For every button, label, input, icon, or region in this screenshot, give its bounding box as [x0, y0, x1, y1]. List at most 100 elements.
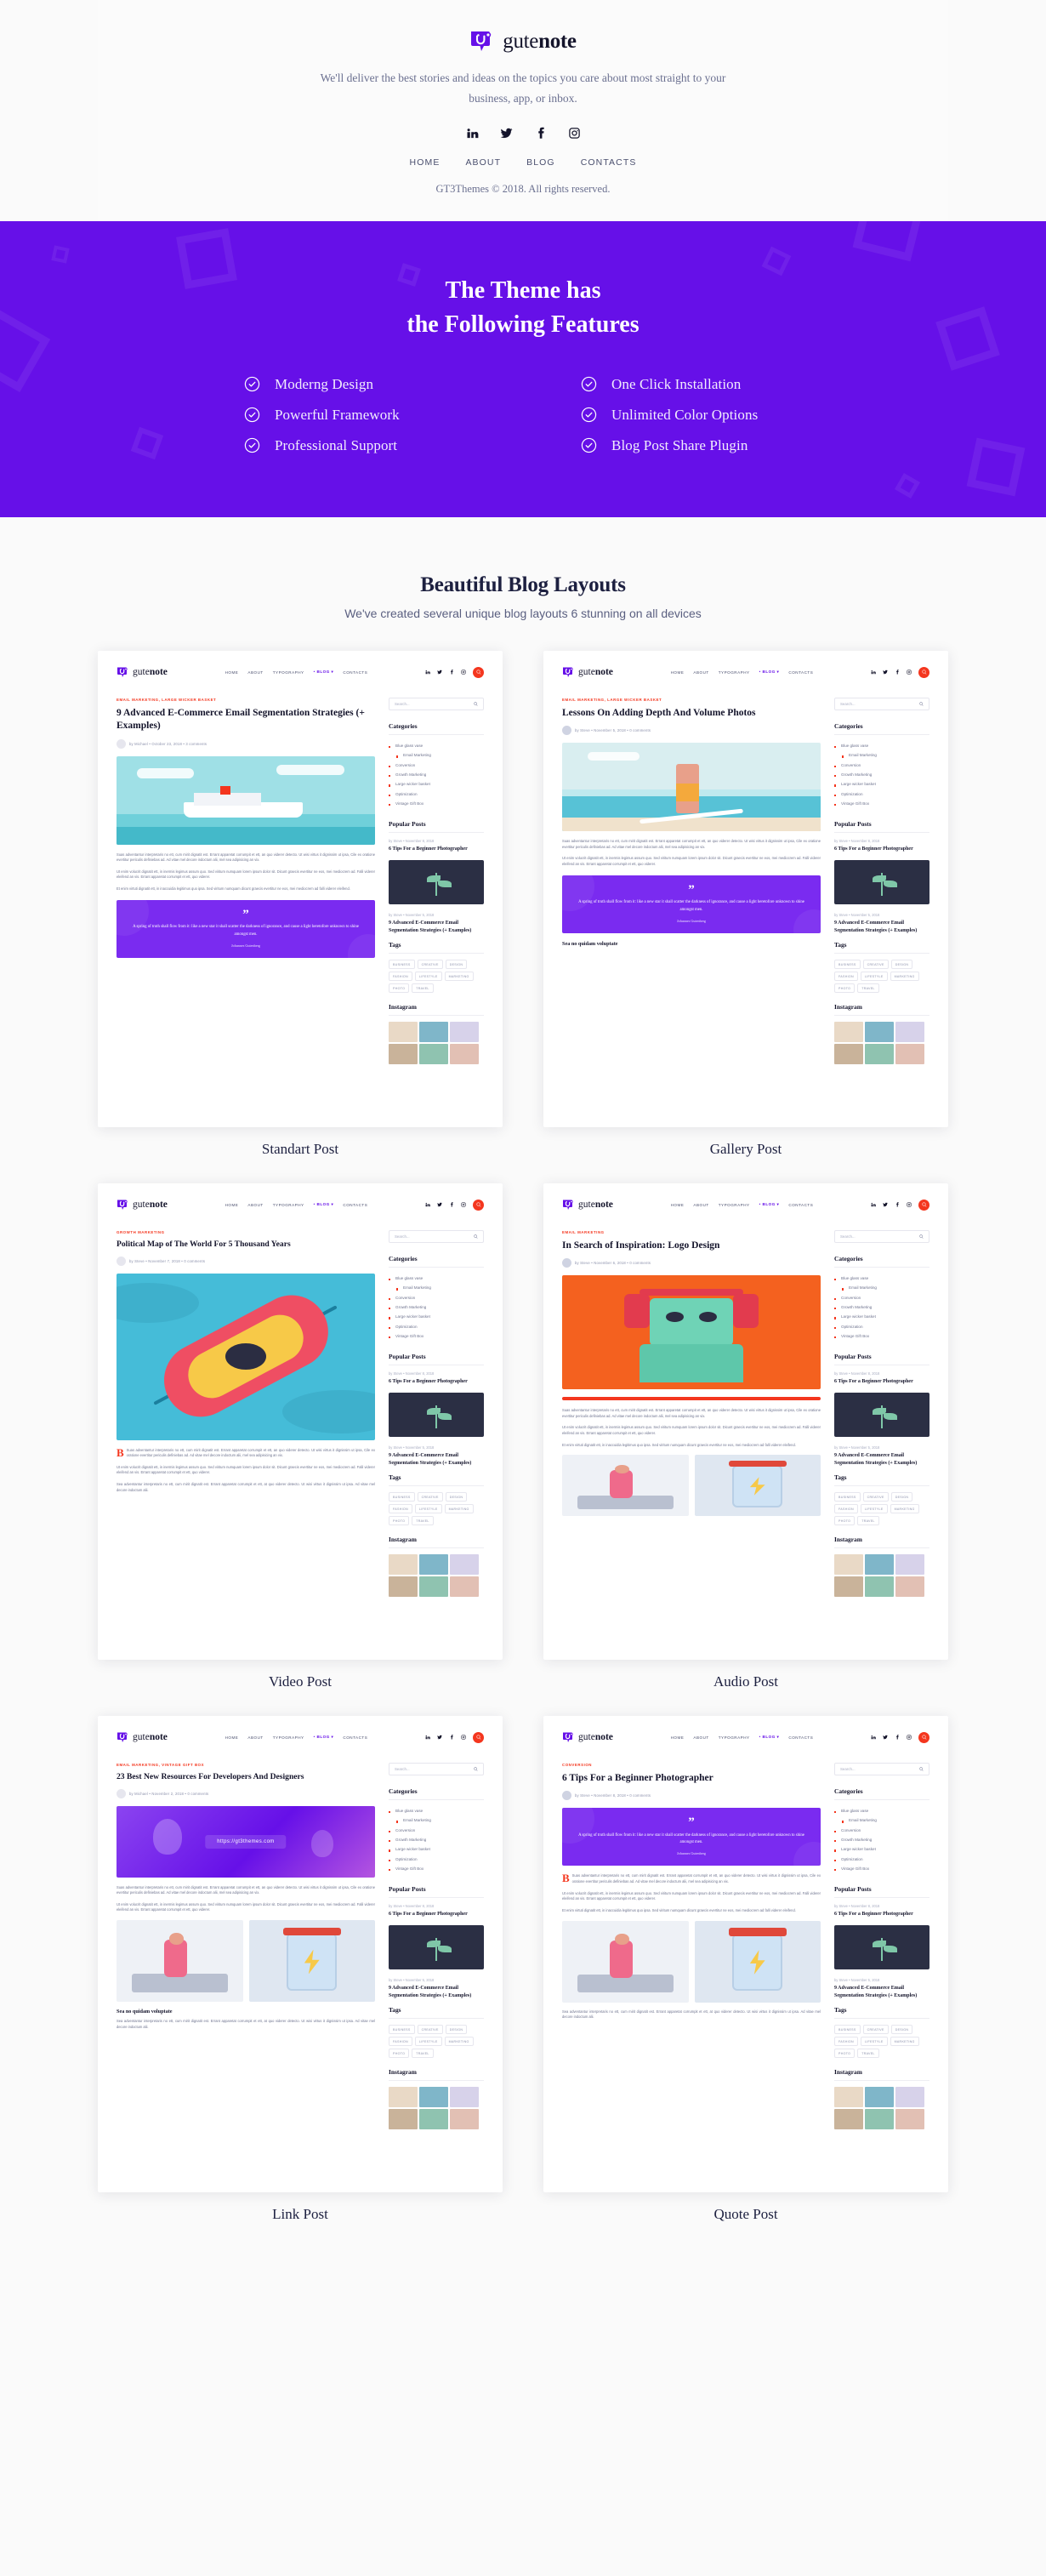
- facebook-icon[interactable]: [895, 1735, 900, 1740]
- instagram-thumb[interactable]: [389, 1044, 418, 1065]
- instagram-icon[interactable]: [461, 670, 466, 675]
- tag-item[interactable]: PHOTO: [834, 1516, 856, 1526]
- mini-nav-item-about[interactable]: ABOUT: [247, 1203, 263, 1207]
- post-category[interactable]: EMAIL MARKETING: [562, 1230, 821, 1234]
- tag-item[interactable]: DESIGN: [445, 1492, 468, 1502]
- mini-nav-item-home[interactable]: HOME: [671, 1203, 685, 1207]
- mini-nav-item-blog[interactable]: • BLOG ▾: [759, 1735, 780, 1740]
- category-item[interactable]: Email Marketing: [389, 1283, 484, 1292]
- tag-item[interactable]: FASHION: [834, 2037, 858, 2047]
- category-item[interactable]: Blue glass vase: [834, 1806, 929, 1815]
- category-item[interactable]: Blue glass vase: [389, 1806, 484, 1815]
- tag-item[interactable]: BUSINESS: [834, 960, 861, 970]
- linkedin-icon[interactable]: [871, 1202, 876, 1207]
- tag-item[interactable]: BUSINESS: [834, 2025, 861, 2035]
- category-item[interactable]: Optimization: [834, 1855, 929, 1864]
- search-input[interactable]: Search...: [389, 1762, 484, 1775]
- post-hero-image[interactable]: [117, 1273, 375, 1440]
- mini-nav-item-blog[interactable]: • BLOG ▾: [314, 1202, 334, 1207]
- category-item[interactable]: Large wicker basket: [834, 1312, 929, 1321]
- popular-post-item[interactable]: by Steve • November 5, 2018 9 Advanced E…: [834, 1978, 929, 1999]
- twitter-icon[interactable]: [883, 670, 888, 675]
- twitter-icon[interactable]: [437, 1735, 442, 1740]
- mini-nav-item-blog[interactable]: • BLOG ▾: [314, 1735, 334, 1740]
- tag-item[interactable]: MARKETING: [444, 1504, 474, 1514]
- tag-item[interactable]: PHOTO: [834, 983, 856, 994]
- popular-post-thumbnail[interactable]: [389, 860, 484, 905]
- post-category[interactable]: EMAIL MARKETING, VINTAGE GIFT BOX: [117, 1763, 375, 1767]
- category-item[interactable]: Large wicker basket: [834, 1844, 929, 1854]
- mini-nav-item-home[interactable]: HOME: [225, 1203, 239, 1207]
- popular-post-thumbnail[interactable]: [834, 860, 929, 905]
- instagram-thumb[interactable]: [834, 1044, 863, 1065]
- blog-layout-screenshot[interactable]: gutenote HOME ABOUT TYPOGRAPHY • BLOG ▾ CONT…: [543, 650, 948, 1127]
- category-item[interactable]: Conversion: [834, 761, 929, 770]
- category-item[interactable]: Growth Marketing: [834, 1835, 929, 1844]
- category-item[interactable]: Conversion: [389, 1826, 484, 1835]
- category-item[interactable]: Growth Marketing: [389, 770, 484, 779]
- category-item[interactable]: Growth Marketing: [389, 1835, 484, 1844]
- tag-item[interactable]: DESIGN: [445, 960, 468, 970]
- instagram-thumb[interactable]: [895, 1576, 924, 1598]
- post-gallery-image[interactable]: [694, 1920, 821, 2003]
- facebook-icon[interactable]: [895, 1202, 900, 1207]
- instagram-thumb[interactable]: [450, 1044, 479, 1065]
- instagram-icon[interactable]: [907, 670, 912, 675]
- instagram-thumb[interactable]: [450, 1576, 479, 1598]
- tag-item[interactable]: LIFESTYLE: [860, 972, 888, 982]
- mini-nav-item-about[interactable]: ABOUT: [693, 1203, 708, 1207]
- category-item[interactable]: Large wicker basket: [834, 779, 929, 789]
- post-title[interactable]: In Search of Inspiration: Logo Design: [562, 1240, 821, 1252]
- category-item[interactable]: Conversion: [389, 761, 484, 770]
- mini-brand[interactable]: gutenote: [562, 666, 613, 679]
- instagram-thumb[interactable]: [834, 1576, 863, 1598]
- tag-item[interactable]: LIFESTYLE: [860, 1504, 888, 1514]
- instagram-thumb[interactable]: [834, 1022, 863, 1043]
- mini-nav-item-typography[interactable]: TYPOGRAPHY: [273, 1735, 304, 1740]
- linkedin-icon[interactable]: [871, 670, 876, 675]
- popular-post-item[interactable]: by Steve • November 5, 2018 9 Advanced E…: [389, 1978, 484, 1999]
- mini-nav-item-contacts[interactable]: CONTACTS: [788, 1735, 813, 1740]
- category-item[interactable]: Optimization: [389, 1322, 484, 1331]
- instagram-icon[interactable]: [566, 125, 582, 140]
- category-item[interactable]: Vintage Gift Box: [834, 1864, 929, 1873]
- category-item[interactable]: Email Marketing: [389, 1815, 484, 1825]
- mini-nav-item-about[interactable]: ABOUT: [247, 1735, 263, 1740]
- instagram-thumb[interactable]: [865, 1554, 894, 1576]
- popular-post-thumbnail[interactable]: [389, 1925, 484, 1970]
- mini-nav-item-about[interactable]: ABOUT: [693, 1735, 708, 1740]
- blog-layout-screenshot[interactable]: gutenote HOME ABOUT TYPOGRAPHY • BLOG ▾ CONT…: [98, 1715, 503, 2192]
- mini-nav-item-about[interactable]: ABOUT: [247, 670, 263, 675]
- tag-item[interactable]: MARKETING: [890, 2037, 919, 2047]
- tag-item[interactable]: MARKETING: [444, 2037, 474, 2047]
- mini-nav-item-contacts[interactable]: CONTACTS: [343, 670, 367, 675]
- instagram-thumb[interactable]: [450, 1022, 479, 1043]
- post-category[interactable]: EMAIL MARKETING, LARGE WICKER BASKET: [562, 698, 821, 702]
- instagram-icon[interactable]: [461, 1202, 466, 1207]
- category-item[interactable]: Large wicker basket: [389, 779, 484, 789]
- tag-item[interactable]: CREATIVE: [417, 2025, 443, 2035]
- post-hero-image[interactable]: [117, 755, 375, 845]
- category-item[interactable]: Optimization: [389, 789, 484, 799]
- instagram-thumb[interactable]: [834, 1554, 863, 1576]
- category-item[interactable]: Optimization: [834, 1322, 929, 1331]
- category-item[interactable]: Vintage Gift Box: [389, 1864, 484, 1873]
- tag-item[interactable]: PHOTO: [389, 983, 410, 994]
- category-item[interactable]: Growth Marketing: [389, 1302, 484, 1312]
- tag-item[interactable]: BUSINESS: [389, 2025, 415, 2035]
- tag-item[interactable]: CREATIVE: [862, 2025, 889, 2035]
- twitter-icon[interactable]: [883, 1202, 888, 1207]
- mini-brand[interactable]: gutenote: [562, 1731, 613, 1744]
- search-button[interactable]: [918, 1731, 929, 1743]
- footer-brand[interactable]: gutenote: [132, 29, 914, 54]
- post-gallery-image[interactable]: [694, 1455, 821, 1517]
- popular-post-item[interactable]: by Steve • November 5, 2018 9 Advanced E…: [389, 913, 484, 934]
- popular-post-thumbnail[interactable]: [834, 1393, 929, 1438]
- blog-layout-screenshot[interactable]: gutenote HOME ABOUT TYPOGRAPHY • BLOG ▾ CONT…: [543, 1183, 948, 1660]
- popular-post-item[interactable]: by Steve • November 5, 2018 9 Advanced E…: [834, 913, 929, 934]
- tag-item[interactable]: MARKETING: [890, 1504, 919, 1514]
- instagram-icon[interactable]: [461, 1735, 466, 1740]
- category-item[interactable]: Blue glass vase: [389, 741, 484, 750]
- tag-item[interactable]: FASHION: [389, 1504, 412, 1514]
- linkedin-icon[interactable]: [425, 670, 430, 675]
